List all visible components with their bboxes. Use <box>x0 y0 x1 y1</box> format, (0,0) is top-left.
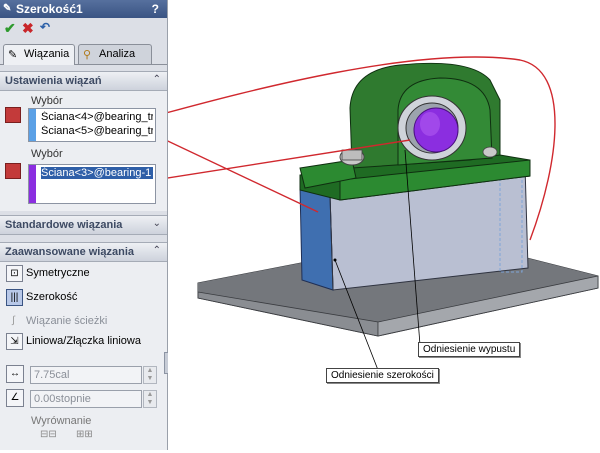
list-item[interactable]: Ściana<5>@bearing_tra <box>41 125 153 137</box>
undo-icon[interactable]: ↶ <box>40 20 50 34</box>
path-icon: ∫ <box>12 315 15 326</box>
angle-value: 0.00stopnie <box>34 393 91 405</box>
mate-settings-body: Wybór Ściana<4>@bearing_tra Ściana<5>@be… <box>0 91 167 211</box>
symmetric-icon: ⊡ <box>6 265 23 282</box>
selection-list-2[interactable]: Ściana<3>@bearing-1 <box>28 164 156 204</box>
tab-mates-label: Wiązania <box>24 48 70 60</box>
width-reference-callout: Odniesienie szerokości <box>326 368 439 383</box>
selection-list-1[interactable]: Ściana<4>@bearing_tra Ściana<5>@bearing_… <box>28 108 156 142</box>
angle-icon: ∠ <box>6 389 24 407</box>
symmetric-label: Symetryczne <box>26 267 90 279</box>
block-left <box>299 186 334 291</box>
panel-titlebar: ✎ Szerokość1 ? <box>0 0 167 18</box>
leader-line <box>154 134 319 213</box>
width-label: Szerokość <box>26 291 78 303</box>
anti-aligned-icon[interactable]: ⊞⊞ <box>76 429 93 440</box>
selection-face-icon <box>5 107 21 123</box>
bolt-body <box>341 149 363 161</box>
selection-label-1: Wybór <box>31 95 63 107</box>
distance-icon: ↔ <box>6 365 24 383</box>
help-icon[interactable]: ? <box>152 2 159 16</box>
mate-settings-title: Ustawienia wiązań <box>5 75 102 87</box>
distance-value: 7.75cal <box>34 369 70 381</box>
analysis-icon: ⚲ <box>83 49 92 61</box>
list-item[interactable]: Ściana<3>@bearing-1 <box>41 167 153 179</box>
advanced-mates-title: Zaawansowane wiązania <box>5 246 134 258</box>
collapse-icon: ⌃ <box>152 74 161 85</box>
mate-settings-header[interactable]: Ustawienia wiązań ⌃ <box>0 71 167 91</box>
tab-strip: ✎ Wiązania ⚲ Analiza <box>0 42 167 65</box>
alignment-label: Wyrównanie <box>31 415 92 427</box>
advanced-mates-header[interactable]: Zaawansowane wiązania ⌃ <box>0 242 167 262</box>
list-item[interactable]: Ściana<4>@bearing_tra <box>41 111 153 123</box>
tab-analysis[interactable]: ⚲ Analiza <box>78 44 152 64</box>
tab-reference-callout: Odniesienie wypustu <box>418 342 521 357</box>
linear-coupler-label: Liniowa/Złączka liniowa <box>26 335 141 347</box>
paperclip-icon: ✎ <box>8 49 18 61</box>
action-buttons: ✔ ✖ ↶ <box>0 20 167 38</box>
tab-mates[interactable]: ✎ Wiązania <box>3 44 75 65</box>
panel-title: Szerokość1 <box>16 2 83 16</box>
width-icon: ||| <box>6 289 23 306</box>
aligned-icon[interactable]: ⊟⊟ <box>40 429 57 440</box>
standard-mates-title: Standardowe wiązania <box>5 219 123 231</box>
cancel-x-icon[interactable]: ✖ <box>22 20 34 37</box>
bolt-right <box>482 146 498 158</box>
bore-highlight <box>420 112 440 136</box>
standard-mates-header[interactable]: Standardowe wiązania ⌄ <box>0 215 167 235</box>
tab-reference-text: Odniesienie wypustu <box>423 344 516 355</box>
path-mate-label: Wiązanie ścieżki <box>26 315 108 327</box>
width-reference-text: Odniesienie szerokości <box>331 370 434 381</box>
property-manager-panel: ✎ Szerokość1 ? ✔ ✖ ↶ ✎ Wiązania ⚲ Analiz… <box>0 0 168 450</box>
tab-analysis-label: Analiza <box>99 48 136 60</box>
selection-face-icon <box>5 163 21 179</box>
advanced-mates-body: ⊡ Symetryczne ||| Szerokość ∫ Wiązanie ś… <box>0 262 167 450</box>
expand-icon: ⌄ <box>152 218 161 229</box>
distance-spinner[interactable]: ▲ ▼ <box>143 366 157 384</box>
ok-checkmark-icon[interactable]: ✔ <box>4 20 16 37</box>
angle-field[interactable]: 0.00stopnie <box>30 390 142 408</box>
distance-field[interactable]: 7.75cal <box>30 366 142 384</box>
collapse-icon: ⌃ <box>152 245 161 256</box>
linear-coupler-icon: ⇲ <box>6 333 23 350</box>
selection-color-bar <box>29 165 36 203</box>
selection-label-2: Wybór <box>31 148 63 160</box>
selection-color-bar <box>29 109 36 141</box>
graphics-viewport[interactable]: Odniesienie wypustu Odniesienie szerokoś… <box>154 0 600 450</box>
angle-spinner[interactable]: ▲ ▼ <box>143 390 157 408</box>
mate-icon: ✎ <box>3 3 12 14</box>
anchor-dot <box>333 258 337 262</box>
